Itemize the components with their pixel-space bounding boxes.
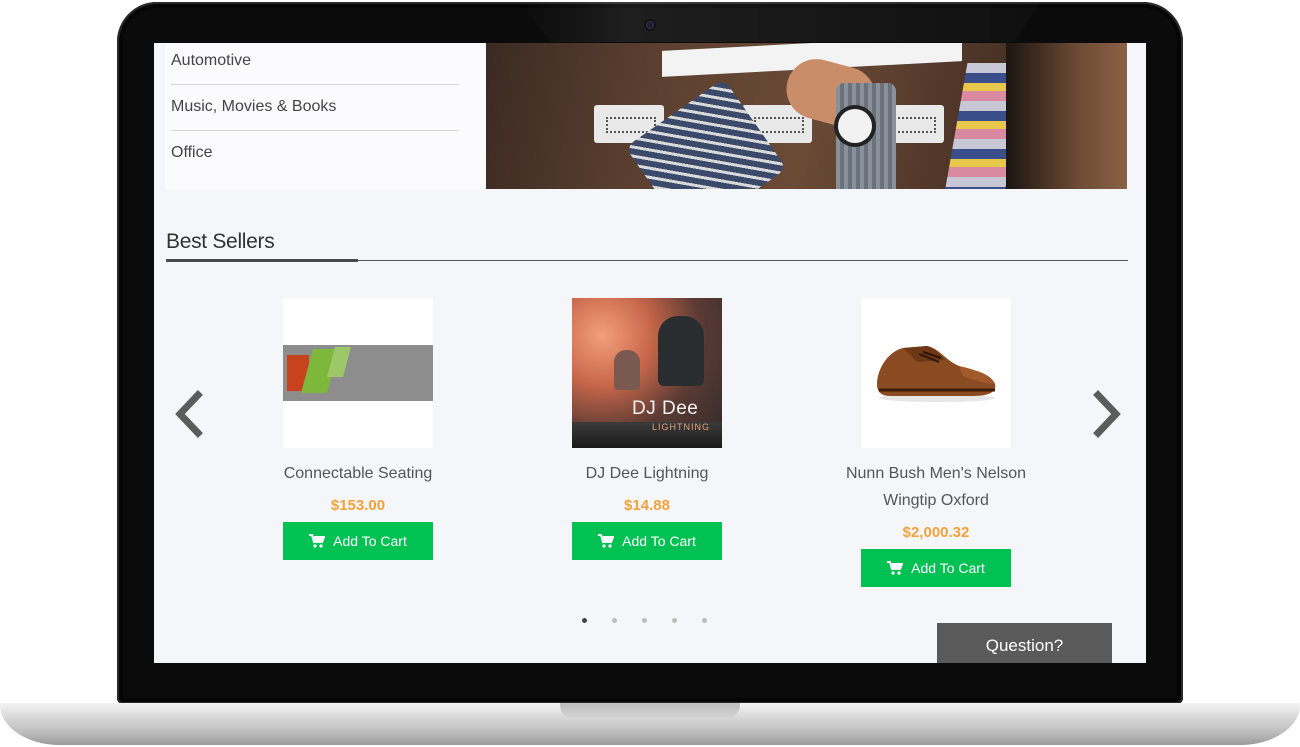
carousel-dot-3[interactable] [642,618,647,623]
product-image-connectable-seating[interactable] [283,298,433,448]
carousel-dot-1[interactable] [582,618,587,623]
cart-icon [598,534,615,548]
product-image-dj-dee-lightning[interactable]: DJ Dee LIGHTNING [572,298,722,448]
product-card: DJ Dee LIGHTNING DJ Dee Lightning $14.88… [517,298,777,560]
cart-icon [887,561,904,575]
carousel-next-button[interactable] [1086,389,1126,439]
add-to-cart-button[interactable]: Add To Cart [283,522,433,560]
add-to-cart-label: Add To Cart [911,560,985,576]
product-price: $14.88 [624,497,670,514]
question-button[interactable]: Question? [937,623,1112,663]
laptop-base-notch [560,703,740,719]
category-item-office[interactable]: Office [171,130,459,176]
album-title: DJ Dee [632,398,699,419]
product-card: Connectable Seating $153.00 Add To Cart [228,298,488,560]
carousel-dot-2[interactable] [612,618,617,623]
category-item-automotive[interactable]: Automotive [171,43,459,84]
add-to-cart-label: Add To Cart [333,533,407,549]
banner-shadow [1006,43,1127,189]
product-price: $153.00 [330,497,386,514]
product-name[interactable]: Connectable Seating [228,460,488,487]
section-rule-accent [166,259,358,262]
product-image-wingtip-oxford[interactable] [861,298,1011,448]
carousel-dot-4[interactable] [672,618,677,623]
product-name[interactable]: Nunn Bush Men's Nelson Wingtip Oxford [806,460,1066,514]
hero-banner[interactable] [486,43,1127,189]
product-price: $2,000.32 [902,524,970,541]
cart-icon [309,534,326,548]
lid-glare [520,2,1040,42]
webcam [646,21,654,29]
banner-arm [625,78,787,189]
carousel-dot-5[interactable] [702,618,707,623]
carousel-pagination [582,618,707,623]
banner-watch [838,109,872,143]
category-label: Office [171,144,213,161]
screen: Automotive Music, Movies & Books Office … [154,43,1146,663]
category-label: Automotive [171,52,252,69]
add-to-cart-button[interactable]: Add To Cart [572,522,722,560]
product-name[interactable]: DJ Dee Lightning [517,460,777,487]
shoe-photo [877,346,996,402]
product-name-line2: Wingtip Oxford [883,492,989,509]
album-cover: DJ Dee LIGHTNING [572,298,722,448]
chevron-right-icon [1093,390,1121,438]
add-to-cart-label: Add To Cart [622,533,696,549]
seating-photo [283,345,433,401]
carousel-prev-button[interactable] [170,389,210,439]
category-label: Music, Movies & Books [171,98,337,115]
section-title: Best Sellers [166,230,275,253]
album-subtitle: LIGHTNING [652,422,711,432]
product-card: Nunn Bush Men's Nelson Wingtip Oxford $2… [806,298,1066,587]
add-to-cart-button[interactable]: Add To Cart [861,549,1011,587]
category-list: Automotive Music, Movies & Books Office [165,43,486,190]
product-name-line1: Nunn Bush Men's Nelson [845,465,1027,482]
chevron-left-icon [175,390,203,438]
category-item-music-movies-books[interactable]: Music, Movies & Books [171,84,459,130]
